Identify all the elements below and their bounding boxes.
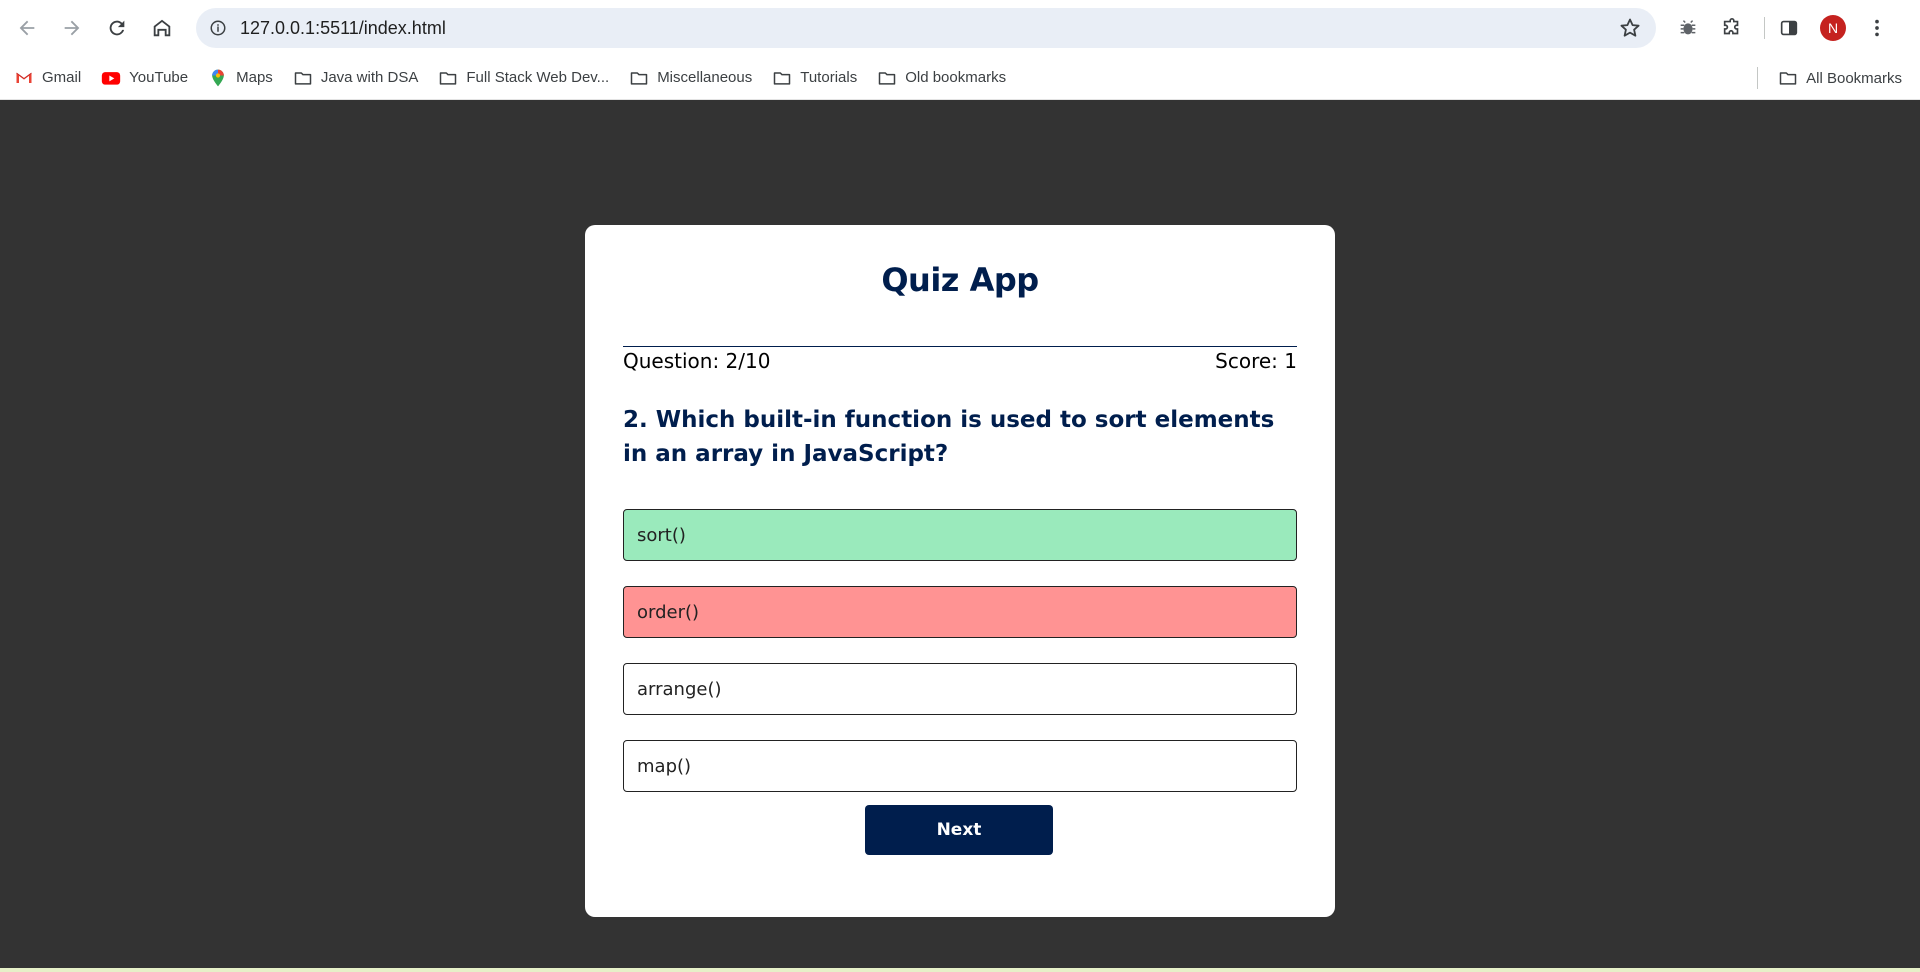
arrow-left-icon: [19, 20, 35, 36]
bookmark-maps[interactable]: Maps: [198, 62, 283, 94]
avatar: N: [1820, 15, 1846, 41]
youtube-icon: [101, 68, 121, 88]
bookmark-youtube[interactable]: YouTube: [91, 62, 198, 94]
site-info-icon[interactable]: [204, 14, 232, 42]
bookmark-folder-full-stack[interactable]: Full Stack Web Dev...: [428, 62, 619, 94]
all-bookmarks-area: All Bookmarks: [1757, 62, 1912, 94]
bookmark-folder-tutorials[interactable]: Tutorials: [762, 62, 867, 94]
bookmark-folder-miscellaneous[interactable]: Miscellaneous: [619, 62, 762, 94]
folder-icon: [1778, 68, 1798, 88]
folder-icon: [772, 68, 792, 88]
bookmark-label: Gmail: [42, 69, 82, 86]
bookmark-folder-old-bookmarks[interactable]: Old bookmarks: [867, 62, 1016, 94]
answer-list: sort() order() arrange() map(): [623, 509, 1297, 817]
bookmark-folder-java-with-dsa[interactable]: Java with DSA: [283, 62, 429, 94]
bug-extension-icon[interactable]: [1670, 10, 1706, 46]
page-title: Quiz App: [881, 261, 1039, 299]
answer-option[interactable]: map(): [623, 740, 1297, 792]
home-button[interactable]: [144, 10, 180, 46]
toolbar-actions: N: [1670, 10, 1903, 46]
bookmark-label: Maps: [236, 69, 273, 86]
folder-icon: [438, 68, 458, 88]
page-viewport: Quiz App Question: 2/10 Score: 1 2. Whic…: [0, 100, 1920, 972]
quiz-status-row: Question: 2/10 Score: 1: [623, 349, 1297, 373]
question-counter: Question: 2/10: [623, 349, 771, 373]
bookmark-label: Tutorials: [800, 69, 858, 86]
profile-avatar-button[interactable]: N: [1815, 10, 1851, 46]
bookmark-star-icon[interactable]: [1618, 16, 1642, 40]
answer-option[interactable]: arrange(): [623, 663, 1297, 715]
title-divider: [623, 346, 1297, 347]
question-text: 2. Which built-in function is used to so…: [623, 407, 1275, 467]
folder-icon: [877, 68, 897, 88]
arrow-right-icon: [64, 20, 80, 36]
reload-icon: [109, 20, 125, 36]
browser-toolbar: 127.0.0.1:5511/index.html N: [0, 0, 1920, 56]
toolbar-divider: [1764, 17, 1765, 39]
bookmark-label: Java with DSA: [320, 69, 419, 86]
bookmark-label: Miscellaneous: [657, 69, 753, 86]
all-bookmarks-label: All Bookmarks: [1806, 69, 1902, 87]
gmail-icon: [14, 68, 34, 88]
page-bottom-edge: [0, 968, 1920, 972]
answer-option-incorrect[interactable]: order(): [623, 586, 1297, 638]
bookmarks-divider: [1757, 67, 1759, 89]
menu-kebab-icon[interactable]: [1859, 10, 1895, 46]
bookmark-label: Old bookmarks: [905, 69, 1007, 86]
quiz-card: Quiz App Question: 2/10 Score: 1 2. Whic…: [585, 225, 1335, 917]
bookmarks-bar: Gmail YouTube Maps Java with DSA Full St…: [0, 56, 1920, 100]
bookmark-label: Full Stack Web Dev...: [466, 69, 610, 86]
bookmark-label: YouTube: [129, 69, 189, 86]
score-display: Score: 1: [1215, 349, 1297, 373]
extensions-puzzle-icon[interactable]: [1714, 10, 1750, 46]
folder-icon: [629, 68, 649, 88]
url-text: 127.0.0.1:5511/index.html: [240, 17, 446, 38]
folder-icon: [293, 68, 313, 88]
answer-option-correct[interactable]: sort(): [623, 509, 1297, 561]
back-button[interactable]: [9, 10, 45, 46]
home-icon: [153, 19, 171, 37]
bookmark-gmail[interactable]: Gmail: [4, 62, 91, 94]
address-bar[interactable]: 127.0.0.1:5511/index.html: [196, 8, 1656, 48]
maps-icon: [208, 68, 228, 88]
forward-button[interactable]: [54, 10, 90, 46]
next-button[interactable]: Next: [865, 805, 1053, 855]
all-bookmarks-button[interactable]: All Bookmarks: [1768, 62, 1912, 94]
reload-button[interactable]: [99, 10, 135, 46]
side-panel-icon[interactable]: [1771, 10, 1807, 46]
